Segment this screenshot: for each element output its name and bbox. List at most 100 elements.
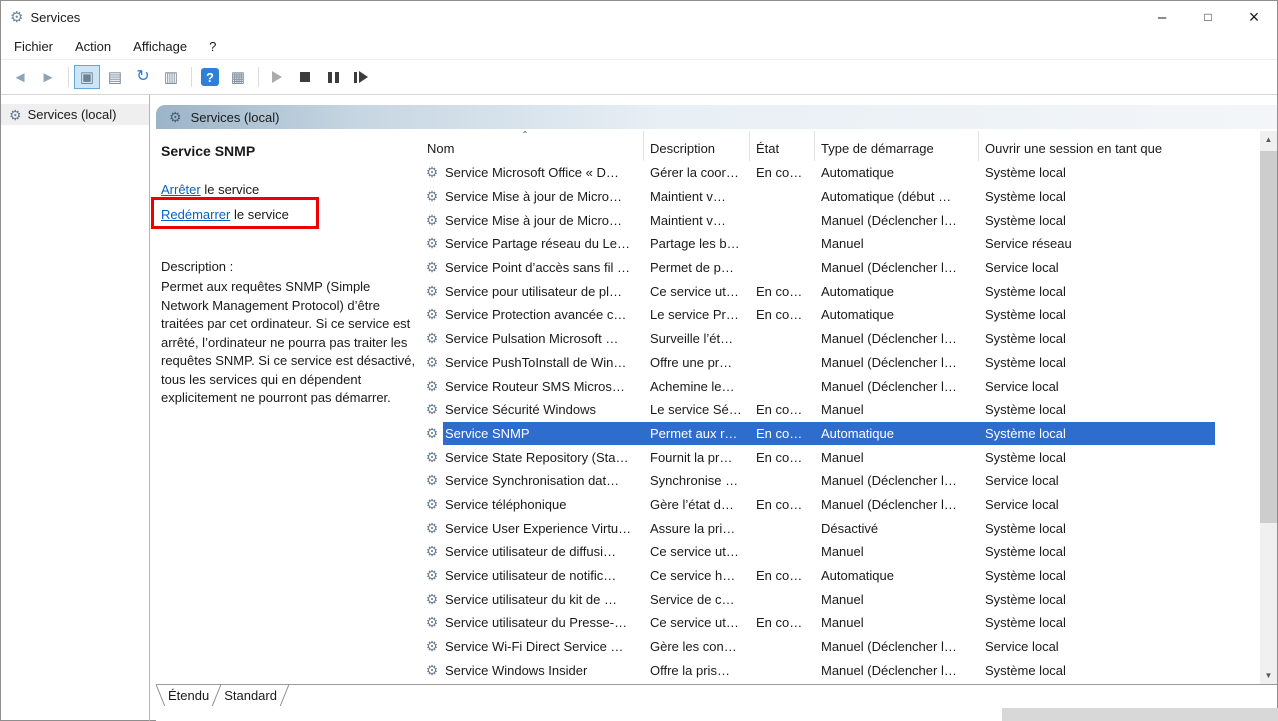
service-row-cells: Service Sécurité WindowsLe service Sé…En… [443,398,1215,422]
service-row[interactable]: ⚙Service Mise à jour de Micro…Maintient … [421,208,1277,232]
back-button[interactable]: ◄ [7,65,33,89]
stop-service-button[interactable] [292,65,318,89]
service-row-cells: Service utilisateur de notific…Ce servic… [443,564,1215,588]
scrollbar-track[interactable] [1260,148,1277,667]
start-service-button[interactable] [264,65,290,89]
service-row[interactable]: ⚙Service Windows InsiderOffre la pris…Ma… [421,658,1277,682]
column-header-session[interactable]: Ouvrir une session en tant que [979,131,1215,161]
play-icon [272,71,282,83]
service-row[interactable]: ⚙Service utilisateur de notific…Ce servi… [421,564,1277,588]
view-button[interactable]: ▦ [225,65,251,89]
service-row-cells: Service utilisateur du Presse-…Ce servic… [443,611,1215,635]
service-row[interactable]: ⚙Service pour utilisateur de pl…Ce servi… [421,279,1277,303]
cell-type-demarrage: Manuel [815,587,979,611]
maximize-button[interactable]: □ [1185,1,1231,33]
sort-ascending-icon: ˆ [523,131,527,143]
column-header-nom[interactable]: ˆ Nom [421,131,644,161]
service-row[interactable]: ⚙Service utilisateur du kit de …Service … [421,587,1277,611]
restart-service-link[interactable]: Redémarrer [161,207,230,222]
cell-etat [750,185,815,209]
service-row[interactable]: ⚙Service Synchronisation dat…Synchronise… [421,469,1277,493]
service-row-cells: Service Microsoft Office « D…Gérer la co… [443,161,1215,185]
menu-fichier[interactable]: Fichier [3,35,64,58]
service-gear-icon: ⚙ [421,611,443,635]
service-row[interactable]: ⚙Service Pulsation Microsoft …Surveille … [421,327,1277,351]
stop-service-link[interactable]: Arrêter [161,182,201,197]
cell-session: Service local [979,374,1215,398]
tab-etendu[interactable]: Étendu [161,685,216,706]
service-row[interactable]: ⚙Service utilisateur du Presse-…Ce servi… [421,611,1277,635]
service-row-cells: Service Wi-Fi Direct Service …Gère les c… [443,635,1215,659]
service-row[interactable]: ⚙Service Routeur SMS Micros…Achemine le…… [421,374,1277,398]
close-button[interactable]: × [1231,1,1277,33]
scrollbar-thumb[interactable] [1260,151,1277,523]
properties-button[interactable]: ▤ [102,65,128,89]
services-console-icon: ⚙ [9,108,22,122]
cell-session: Système local [979,185,1215,209]
cell-session: Système local [979,208,1215,232]
column-header-description[interactable]: Description [644,131,750,161]
column-header-etat[interactable]: État [750,131,815,161]
service-row[interactable]: ⚙Service Partage réseau du Le…Partage le… [421,232,1277,256]
content-header-label: Services (local) [191,110,280,125]
export-list-button[interactable]: ▥ [158,65,184,89]
scroll-down-button[interactable]: ▼ [1260,667,1277,684]
cell-session: Système local [979,587,1215,611]
service-row[interactable]: ⚙Service PushToInstall de Win…Offre une … [421,351,1277,375]
menu-help[interactable]: ? [198,35,227,58]
view-tabs: Étendu Standard [156,684,1277,706]
service-row-cells: Service Pulsation Microsoft …Surveille l… [443,327,1215,351]
service-row[interactable]: ⚙Service Wi-Fi Direct Service …Gère les … [421,635,1277,659]
cell-etat [750,658,815,682]
service-row[interactable]: ⚙Service Mise à jour de Micro…Maintient … [421,185,1277,209]
cell-nom: Service Routeur SMS Micros… [443,374,644,398]
cell-type-demarrage: Automatique [815,422,979,446]
tree-item-services-local[interactable]: ⚙ Services (local) [1,104,149,125]
service-row[interactable]: ⚙Service State Repository (Sta…Fournit l… [421,445,1277,469]
cell-description: Gérer la coor… [644,161,750,185]
show-console-tree-button[interactable]: ▣ [74,65,100,89]
service-row[interactable]: ⚙Service téléphoniqueGère l’état d…En co… [421,493,1277,517]
tree-item-label: Services (local) [28,107,117,122]
cell-description: Offre une pr… [644,351,750,375]
cell-etat: En co… [750,279,815,303]
service-row[interactable]: ⚙Service Point d’accès sans fil …Permet … [421,256,1277,280]
cell-description: Surveille l’ét… [644,327,750,351]
service-row[interactable]: ⚙Service Sécurité WindowsLe service Sé…E… [421,398,1277,422]
service-gear-icon: ⚙ [421,208,443,232]
forward-button[interactable]: ► [35,65,61,89]
refresh-button[interactable]: ↻ [130,65,156,89]
service-gear-icon: ⚙ [421,398,443,422]
cell-description: Gère l’état d… [644,493,750,517]
cell-session: Système local [979,279,1215,303]
cell-type-demarrage: Manuel (Déclencher l… [815,208,979,232]
service-row[interactable]: ⚙Service Protection avancée c…Le service… [421,303,1277,327]
column-header-type-demarrage[interactable]: Type de démarrage [815,131,979,161]
cell-type-demarrage: Manuel [815,445,979,469]
scroll-up-button[interactable]: ▲ [1260,131,1277,148]
minimize-button[interactable]: – [1139,1,1185,33]
pause-service-button[interactable] [320,65,346,89]
service-gear-icon: ⚙ [421,374,443,398]
service-row[interactable]: ⚙Service utilisateur de diffusi…Ce servi… [421,540,1277,564]
service-gear-icon: ⚙ [421,658,443,682]
service-row-cells: Service Partage réseau du Le…Partage les… [443,232,1215,256]
help-button[interactable]: ? [197,65,223,89]
menu-affichage[interactable]: Affichage [122,35,198,58]
cell-nom: Service utilisateur du Presse-… [443,611,644,635]
tab-standard[interactable]: Standard [217,685,284,706]
service-row[interactable]: ⚙Service User Experience Virtu…Assure la… [421,516,1277,540]
cell-session: Service réseau [979,232,1215,256]
resume-icon [354,71,368,83]
window-title: Services [30,10,80,25]
service-row-cells: Service State Repository (Sta…Fournit la… [443,445,1215,469]
service-row[interactable]: ⚙Service SNMPPermet aux r…En co…Automati… [421,422,1277,446]
vertical-scrollbar[interactable]: ▲ ▼ [1260,131,1277,684]
service-row[interactable]: ⚙Service Microsoft Office « D…Gérer la c… [421,161,1277,185]
cell-description: Permet de p… [644,256,750,280]
menu-action[interactable]: Action [64,35,122,58]
cell-etat [750,232,815,256]
cell-session: Système local [979,327,1215,351]
restart-service-button[interactable] [348,65,374,89]
cell-description: Synchronise … [644,469,750,493]
